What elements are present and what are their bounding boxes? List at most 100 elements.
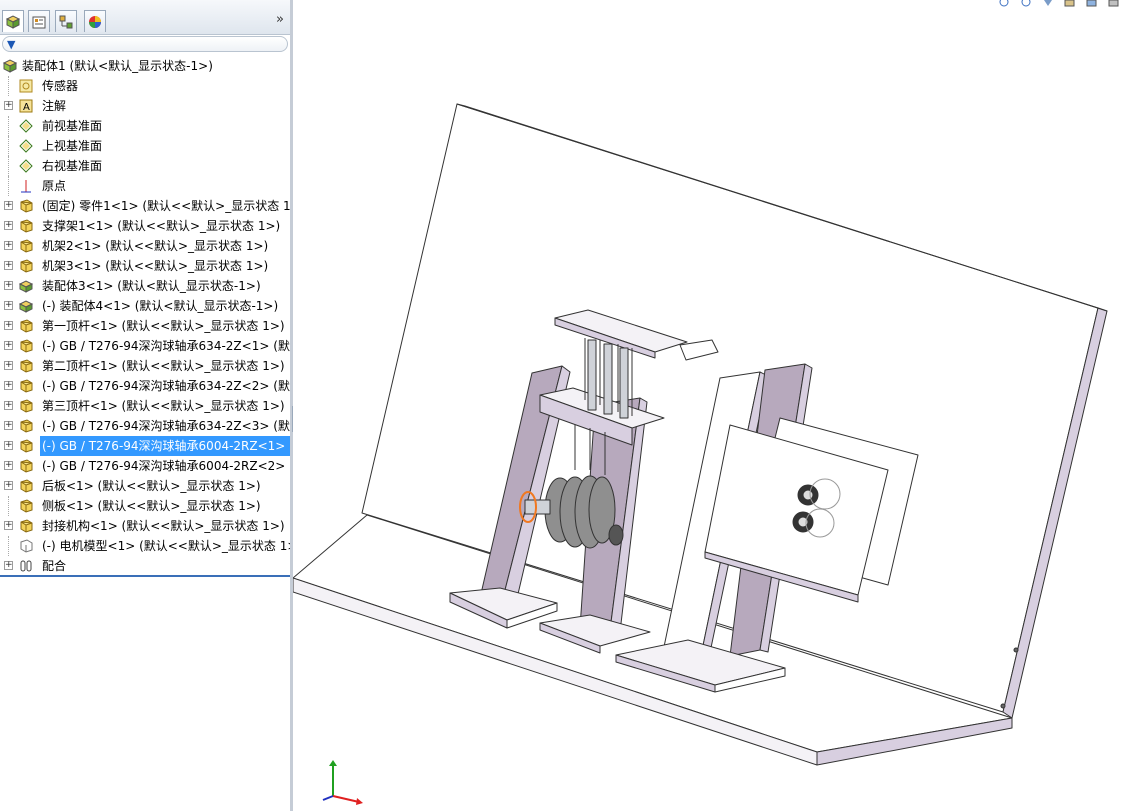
expand-toggle-icon[interactable]: + bbox=[4, 561, 13, 570]
axis-triad-icon bbox=[322, 760, 363, 805]
tree-item-label: 机架3<1> (默认<<默认>_显示状态 1>) bbox=[42, 259, 269, 273]
tree-item[interactable]: 上视基准面 bbox=[0, 136, 290, 156]
tree-root-assembly[interactable]: 装配体1 (默认<默认_显示状态-1>) bbox=[0, 56, 290, 76]
more-tabs-icon[interactable]: » bbox=[276, 12, 284, 27]
tree-item[interactable]: + 封接机构<1> (默认<<默认>_显示状态 1>) bbox=[0, 516, 290, 536]
property-manager-tab[interactable] bbox=[28, 10, 50, 32]
tree-item[interactable]: + (-) GB / T276-94深沟球轴承6004-2RZ<1> (默 bbox=[0, 436, 290, 456]
expand-toggle-icon[interactable]: + bbox=[4, 521, 13, 530]
tree-item[interactable]: + (-) GB / T276-94深沟球轴承6004-2RZ<2> (默 bbox=[0, 456, 290, 476]
tree-item-label: (-) GB / T276-94深沟球轴承634-2Z<3> (默认 bbox=[42, 419, 290, 433]
tree-item[interactable]: 传感器 bbox=[0, 76, 290, 96]
expand-toggle-icon[interactable]: + bbox=[4, 201, 13, 210]
origin-icon bbox=[21, 180, 31, 193]
expand-toggle-icon[interactable]: + bbox=[4, 381, 13, 390]
tree-item[interactable]: 原点 bbox=[0, 176, 290, 196]
tree-item[interactable]: + (-) GB / T276-94深沟球轴承634-2Z<1> (默认 bbox=[0, 336, 290, 356]
part-icon bbox=[20, 459, 33, 473]
part-icon bbox=[20, 339, 33, 353]
panel-toolbar: » bbox=[0, 0, 290, 35]
part-icon bbox=[20, 479, 33, 493]
expand-toggle-icon[interactable]: + bbox=[4, 281, 13, 290]
expand-toggle-icon[interactable]: + bbox=[4, 101, 13, 110]
tree-item[interactable]: + 第二顶杆<1> (默认<<默认>_显示状态 1>) bbox=[0, 356, 290, 376]
part-icon bbox=[20, 499, 33, 513]
expand-toggle-icon[interactable]: + bbox=[4, 321, 13, 330]
tree-item-label: 右视基准面 bbox=[42, 159, 103, 173]
tree-item[interactable]: + (固定) 零件1<1> (默认<<默认>_显示状态 1> bbox=[0, 196, 290, 216]
annotation-icon: A bbox=[19, 99, 33, 113]
plane-icon bbox=[19, 119, 33, 133]
tree-item[interactable]: + 第三顶杆<1> (默认<<默认>_显示状态 1>) bbox=[0, 396, 290, 416]
graphics-area[interactable] bbox=[293, 0, 1126, 811]
tree-item-label: (固定) 零件1<1> (默认<<默认>_显示状态 1> bbox=[42, 199, 290, 213]
mates-icon bbox=[20, 560, 32, 572]
tree-item[interactable]: + A 注解 bbox=[0, 96, 290, 116]
tree-item[interactable]: (-) 电机模型<1> (默认<<默认>_显示状态 1>) bbox=[0, 536, 290, 556]
tree-filter[interactable]: ▼ bbox=[2, 36, 288, 52]
tree-item-label: (-) GB / T276-94深沟球轴承634-2Z<1> (默认 bbox=[42, 339, 290, 353]
plane-icon bbox=[19, 139, 33, 153]
tree-item-label: 传感器 bbox=[42, 79, 79, 93]
tree-item[interactable]: 右视基准面 bbox=[0, 156, 290, 176]
tree-root-label: 装配体1 (默认<默认_显示状态-1>) bbox=[22, 59, 213, 73]
assembly-tree-icon bbox=[5, 14, 21, 29]
tree-item-label: 机架2<1> (默认<<默认>_显示状态 1>) bbox=[42, 239, 269, 253]
tree-item-label: 前视基准面 bbox=[42, 119, 103, 133]
expand-toggle-icon[interactable]: + bbox=[4, 261, 13, 270]
tree-item[interactable]: + (-) GB / T276-94深沟球轴承634-2Z<2> (默认 bbox=[0, 376, 290, 396]
filter-icon: ▼ bbox=[7, 38, 16, 51]
expand-toggle-icon[interactable]: + bbox=[4, 481, 13, 490]
feature-tree: 装配体1 (默认<默认_显示状态-1>) 传感器 + A 注解前视基准面上视基准面右视… bbox=[0, 56, 290, 576]
subassembly-icon bbox=[18, 300, 34, 313]
tree-item[interactable]: + 支撑架1<1> (默认<<默认>_显示状态 1>) bbox=[0, 216, 290, 236]
tree-item-label: 第三顶杆<1> (默认<<默认>_显示状态 1>) bbox=[42, 399, 285, 413]
expand-toggle-icon[interactable]: + bbox=[4, 341, 13, 350]
part-outline-icon bbox=[20, 539, 33, 553]
expand-toggle-icon[interactable]: + bbox=[4, 241, 13, 250]
part-icon bbox=[20, 519, 33, 533]
tree-item[interactable]: 侧板<1> (默认<<默认>_显示状态 1>) bbox=[0, 496, 290, 516]
tree-item-label: (-) 电机模型<1> (默认<<默认>_显示状态 1>) bbox=[42, 539, 290, 553]
tree-item[interactable]: + 配合 bbox=[0, 556, 290, 576]
tree-item-label: 后板<1> (默认<<默认>_显示状态 1>) bbox=[42, 479, 261, 493]
expand-toggle-icon[interactable]: + bbox=[4, 461, 13, 470]
tree-item[interactable]: + 机架3<1> (默认<<默认>_显示状态 1>) bbox=[0, 256, 290, 276]
part-icon bbox=[20, 259, 33, 273]
tree-item-label: 装配体3<1> (默认<默认_显示状态-1>) bbox=[42, 279, 261, 293]
part-icon bbox=[20, 199, 33, 213]
tree-item-label: 原点 bbox=[42, 179, 67, 193]
tree-item-label: 支撑架1<1> (默认<<默认>_显示状态 1>) bbox=[42, 219, 281, 233]
tree-item[interactable]: + 后板<1> (默认<<默认>_显示状态 1>) bbox=[0, 476, 290, 496]
tree-item-label: (-) GB / T276-94深沟球轴承6004-2RZ<1> (默 bbox=[40, 436, 290, 456]
part-icon bbox=[20, 239, 33, 253]
part-icon bbox=[20, 219, 33, 233]
property-icon bbox=[32, 16, 46, 28]
feature-manager-tab[interactable] bbox=[2, 10, 24, 32]
tree-item-label: (-) GB / T276-94深沟球轴承6004-2RZ<2> (默 bbox=[42, 459, 290, 473]
assembly-icon bbox=[2, 59, 18, 73]
expand-toggle-icon[interactable]: + bbox=[4, 401, 13, 410]
display-manager-tab[interactable] bbox=[84, 10, 106, 32]
tree-item-label: 第一顶杆<1> (默认<<默认>_显示状态 1>) bbox=[42, 319, 285, 333]
tree-item-label: 封接机构<1> (默认<<默认>_显示状态 1>) bbox=[42, 519, 285, 533]
tree-item[interactable]: + 装配体3<1> (默认<默认_显示状态-1>) bbox=[0, 276, 290, 296]
tree-item-label: (-) 装配体4<1> (默认<默认_显示状态-1>) bbox=[42, 299, 279, 313]
expand-toggle-icon[interactable]: + bbox=[4, 441, 13, 450]
part-icon bbox=[20, 399, 33, 413]
tree-item[interactable]: 前视基准面 bbox=[0, 116, 290, 136]
expand-toggle-icon[interactable]: + bbox=[4, 421, 13, 430]
tree-item-label: 配合 bbox=[42, 559, 67, 573]
tree-item[interactable]: + 机架2<1> (默认<<默认>_显示状态 1>) bbox=[0, 236, 290, 256]
expand-toggle-icon[interactable]: + bbox=[4, 221, 13, 230]
expand-toggle-icon[interactable]: + bbox=[4, 301, 13, 310]
tree-item[interactable]: + 第一顶杆<1> (默认<<默认>_显示状态 1>) bbox=[0, 316, 290, 336]
part-icon bbox=[20, 419, 33, 433]
configuration-manager-tab[interactable] bbox=[55, 10, 77, 32]
tree-item-label: 第二顶杆<1> (默认<<默认>_显示状态 1>) bbox=[42, 359, 285, 373]
tree-item[interactable]: + (-) 装配体4<1> (默认<默认_显示状态-1>) bbox=[0, 296, 290, 316]
expand-toggle-icon[interactable]: + bbox=[4, 361, 13, 370]
tree-item[interactable]: + (-) GB / T276-94深沟球轴承634-2Z<3> (默认 bbox=[0, 416, 290, 436]
tree-item-label: 注解 bbox=[42, 99, 67, 113]
part-icon bbox=[20, 379, 33, 393]
